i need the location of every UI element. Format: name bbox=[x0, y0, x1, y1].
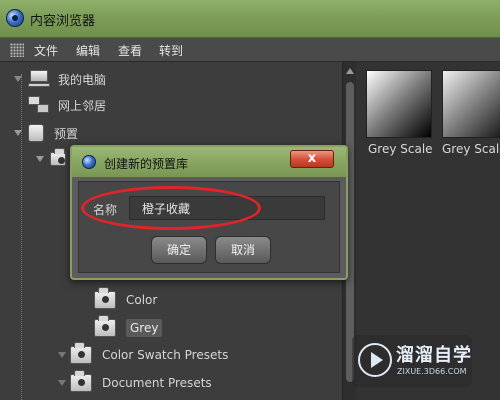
dialog-body: 名称 确定 取消 bbox=[78, 181, 340, 273]
grip-icon[interactable] bbox=[10, 43, 24, 57]
tree-item-label: Color Swatch Presets bbox=[102, 348, 229, 362]
tree-item-grey[interactable]: Grey bbox=[94, 315, 163, 339]
expand-arrow-icon[interactable] bbox=[58, 380, 66, 386]
dialog-title: 创建新的预置库 bbox=[104, 157, 189, 171]
menu-bar: 文件 编辑 查看 转到 bbox=[0, 38, 500, 62]
cancel-button[interactable]: 取消 bbox=[215, 236, 271, 264]
close-button[interactable]: x bbox=[290, 150, 334, 168]
tree-item-presets[interactable]: 预置 bbox=[14, 122, 78, 144]
folder-icon bbox=[70, 342, 92, 364]
cinema4d-logo-icon bbox=[6, 9, 24, 27]
menu-edit[interactable]: 编辑 bbox=[76, 42, 100, 59]
tree-item-color[interactable]: Color bbox=[94, 287, 158, 311]
expand-arrow-icon[interactable] bbox=[36, 156, 44, 162]
ok-button[interactable]: 确定 bbox=[151, 236, 207, 264]
thumbnail-label: Grey Scale bbox=[442, 142, 500, 156]
tree-item-my-computer[interactable]: 我的电脑 bbox=[14, 68, 106, 90]
play-logo-icon bbox=[358, 343, 392, 377]
tree-item-label: 预置 bbox=[54, 126, 79, 141]
scroll-up-icon[interactable] bbox=[346, 68, 354, 74]
tree-item-network[interactable]: 网上邻居 bbox=[28, 94, 106, 116]
menu-goto[interactable]: 转到 bbox=[159, 42, 183, 59]
tree-item-label: Color bbox=[126, 293, 158, 307]
window-title: 内容浏览器 bbox=[30, 14, 96, 29]
window-titlebar[interactable]: 内容浏览器 bbox=[0, 0, 500, 38]
tree-item-label-selected: Grey bbox=[126, 319, 163, 337]
red-highlight-annotation bbox=[81, 186, 261, 230]
folder-icon bbox=[50, 148, 66, 166]
expand-arrow-icon[interactable] bbox=[14, 130, 22, 136]
expand-arrow-icon[interactable] bbox=[14, 76, 22, 82]
tree-item-label: 我的电脑 bbox=[58, 72, 107, 87]
presets-icon bbox=[28, 124, 44, 142]
thumbnail-grey-scale[interactable] bbox=[366, 70, 432, 138]
folder-icon bbox=[70, 370, 92, 392]
menu-view[interactable]: 查看 bbox=[118, 42, 142, 59]
network-icon bbox=[28, 96, 50, 114]
tree-item-label: Document Presets bbox=[102, 376, 212, 390]
expand-arrow-icon[interactable] bbox=[58, 352, 66, 358]
dialog-titlebar[interactable]: 创建新的预置库 x bbox=[72, 147, 346, 177]
computer-icon bbox=[28, 70, 50, 88]
thumbnail-label: Grey Scale bbox=[368, 142, 433, 156]
tree-item-color-swatch-presets[interactable]: Color Swatch Presets bbox=[58, 342, 229, 366]
tree-item-label: 网上邻居 bbox=[58, 98, 107, 113]
thumbnail-grey-scale-2[interactable] bbox=[442, 70, 500, 138]
watermark: 溜溜自学 ZIXUE.3D66.COM bbox=[352, 335, 472, 387]
folder-icon bbox=[94, 287, 116, 309]
tree-item-document-presets[interactable]: Document Presets bbox=[58, 370, 212, 394]
create-preset-library-dialog: 创建新的预置库 x 名称 确定 取消 bbox=[70, 145, 348, 280]
folder-icon bbox=[94, 315, 116, 337]
cinema4d-logo-icon bbox=[82, 155, 96, 169]
menu-file[interactable]: 文件 bbox=[34, 42, 58, 59]
watermark-title: 溜溜自学 bbox=[396, 345, 472, 366]
watermark-subtitle: ZIXUE.3D66.COM bbox=[397, 367, 467, 376]
